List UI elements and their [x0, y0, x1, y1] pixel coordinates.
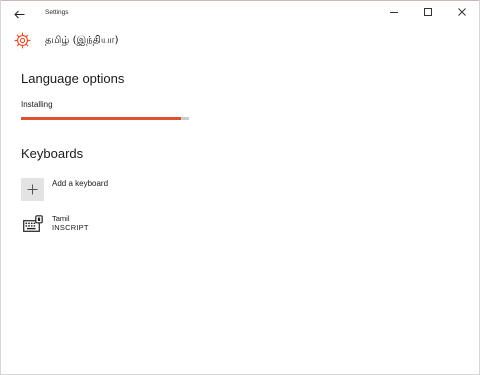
close-button[interactable]	[445, 1, 479, 23]
page-header: தமிழ் (இந்தியா)	[1, 30, 479, 52]
add-keyboard-button[interactable]: Add a keyboard	[21, 178, 221, 201]
add-keyboard-tile	[21, 178, 44, 201]
install-status-text: Installing	[21, 100, 53, 109]
add-keyboard-label: Add a keyboard	[52, 179, 109, 188]
keyboard-icon	[23, 215, 43, 232]
settings-window: Settings தமிழ் (இந்தியா) Language option…	[0, 0, 480, 375]
close-icon	[458, 8, 466, 16]
minimize-button[interactable]	[377, 1, 411, 23]
app-title: Settings	[45, 9, 69, 16]
page-heading: தமிழ் (இந்தியா)	[45, 35, 119, 46]
install-progress-fill	[21, 117, 181, 120]
maximize-button[interactable]	[411, 1, 445, 23]
keyboard-item-text: Tamil INSCRIPT	[52, 214, 89, 232]
keyboard-name: Tamil	[52, 214, 70, 223]
window-controls	[377, 1, 479, 23]
back-arrow-icon	[13, 10, 24, 18]
keyboard-layout: INSCRIPT	[52, 223, 89, 232]
plus-icon	[27, 184, 38, 195]
keyboard-item-tamil[interactable]: Tamil INSCRIPT	[21, 212, 221, 238]
keyboards-title: Keyboards	[21, 146, 84, 161]
minimize-icon	[390, 12, 398, 13]
back-button[interactable]	[9, 5, 29, 23]
gear-icon	[14, 32, 31, 49]
language-options-title: Language options	[21, 71, 125, 86]
maximize-icon	[424, 8, 432, 16]
title-bar: Settings	[1, 1, 479, 30]
install-progress-bar	[21, 117, 189, 120]
